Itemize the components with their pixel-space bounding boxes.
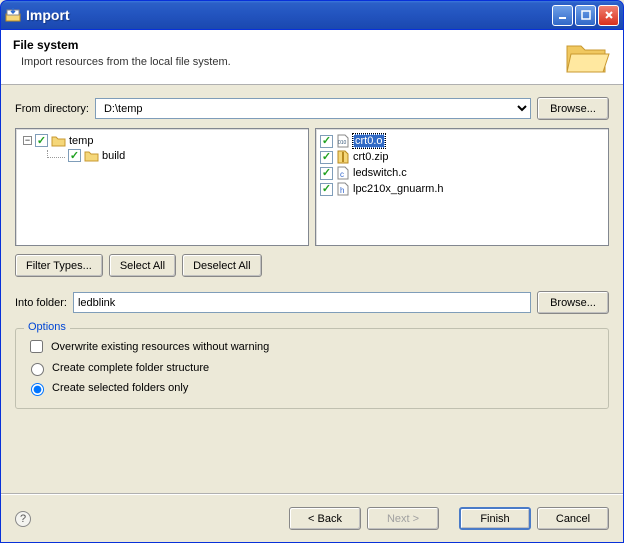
options-legend: Options [24, 321, 70, 333]
file-label: ledswitch.c [353, 167, 407, 179]
tree-item-label: temp [69, 135, 93, 147]
close-button[interactable] [598, 5, 619, 26]
deselect-all-button[interactable]: Deselect All [182, 254, 261, 277]
tree-item[interactable]: − temp [20, 133, 304, 148]
into-folder-label: Into folder: [15, 297, 67, 309]
filter-types-button[interactable]: Filter Types... [15, 254, 103, 277]
list-item[interactable]: h lpc210x_gnuarm.h [320, 181, 604, 197]
next-button: Next > [367, 507, 439, 530]
folder-icon [51, 135, 66, 147]
selected-only-label: Create selected folders only [52, 382, 188, 394]
file-label: lpc210x_gnuarm.h [353, 183, 444, 195]
browse-into-button[interactable]: Browse... [537, 291, 609, 314]
file-list[interactable]: 010 crt0.o crt0.zip c ledswitch.c h lpc210x_gn… [315, 128, 609, 246]
into-folder-input[interactable] [73, 292, 531, 313]
wizard-header: File system Import resources from the lo… [1, 30, 623, 85]
window-title: Import [26, 7, 552, 23]
tree-checkbox[interactable] [68, 149, 81, 162]
import-wizard-icon [5, 7, 21, 23]
browse-from-button[interactable]: Browse... [537, 97, 609, 120]
svg-text:010: 010 [338, 140, 347, 146]
maximize-button[interactable] [575, 5, 596, 26]
from-directory-label: From directory: [15, 103, 89, 115]
tree-item[interactable]: build [20, 148, 304, 163]
file-checkbox[interactable] [320, 183, 333, 196]
cancel-button[interactable]: Cancel [537, 507, 609, 530]
tree-expander-icon[interactable]: − [23, 136, 32, 145]
complete-structure-label: Create complete folder structure [52, 362, 209, 374]
overwrite-label: Overwrite existing resources without war… [51, 341, 269, 353]
title-bar[interactable]: Import [0, 0, 624, 30]
svg-text:h: h [340, 186, 344, 195]
folder-icon [84, 150, 99, 162]
finish-button[interactable]: Finish [459, 507, 531, 530]
file-label: crt0.o [353, 134, 385, 148]
from-directory-combo[interactable]: D:\temp [95, 98, 531, 119]
selected-only-radio[interactable] [31, 383, 44, 396]
page-title: File system [13, 38, 563, 52]
file-checkbox[interactable] [320, 167, 333, 180]
complete-structure-radio[interactable] [31, 363, 44, 376]
folder-tree[interactable]: − temp build [15, 128, 309, 246]
folder-open-icon [563, 38, 611, 76]
file-label: crt0.zip [353, 151, 388, 163]
hfile-icon: h [336, 182, 350, 196]
binfile-icon: 010 [336, 134, 350, 148]
help-icon[interactable]: ? [15, 511, 31, 527]
list-item[interactable]: crt0.zip [320, 149, 604, 165]
list-item[interactable]: c ledswitch.c [320, 165, 604, 181]
list-item[interactable]: 010 crt0.o [320, 133, 604, 149]
overwrite-checkbox[interactable] [30, 340, 43, 353]
tree-item-label: build [102, 150, 125, 162]
cfile-icon: c [336, 166, 350, 180]
back-button[interactable]: < Back [289, 507, 361, 530]
page-description: Import resources from the local file sys… [21, 56, 563, 68]
file-checkbox[interactable] [320, 151, 333, 164]
zipfile-icon [336, 150, 350, 164]
tree-checkbox[interactable] [35, 134, 48, 147]
options-group: Options Overwrite existing resources wit… [15, 328, 609, 409]
select-all-button[interactable]: Select All [109, 254, 176, 277]
svg-text:c: c [340, 170, 344, 179]
minimize-button[interactable] [552, 5, 573, 26]
file-checkbox[interactable] [320, 135, 333, 148]
